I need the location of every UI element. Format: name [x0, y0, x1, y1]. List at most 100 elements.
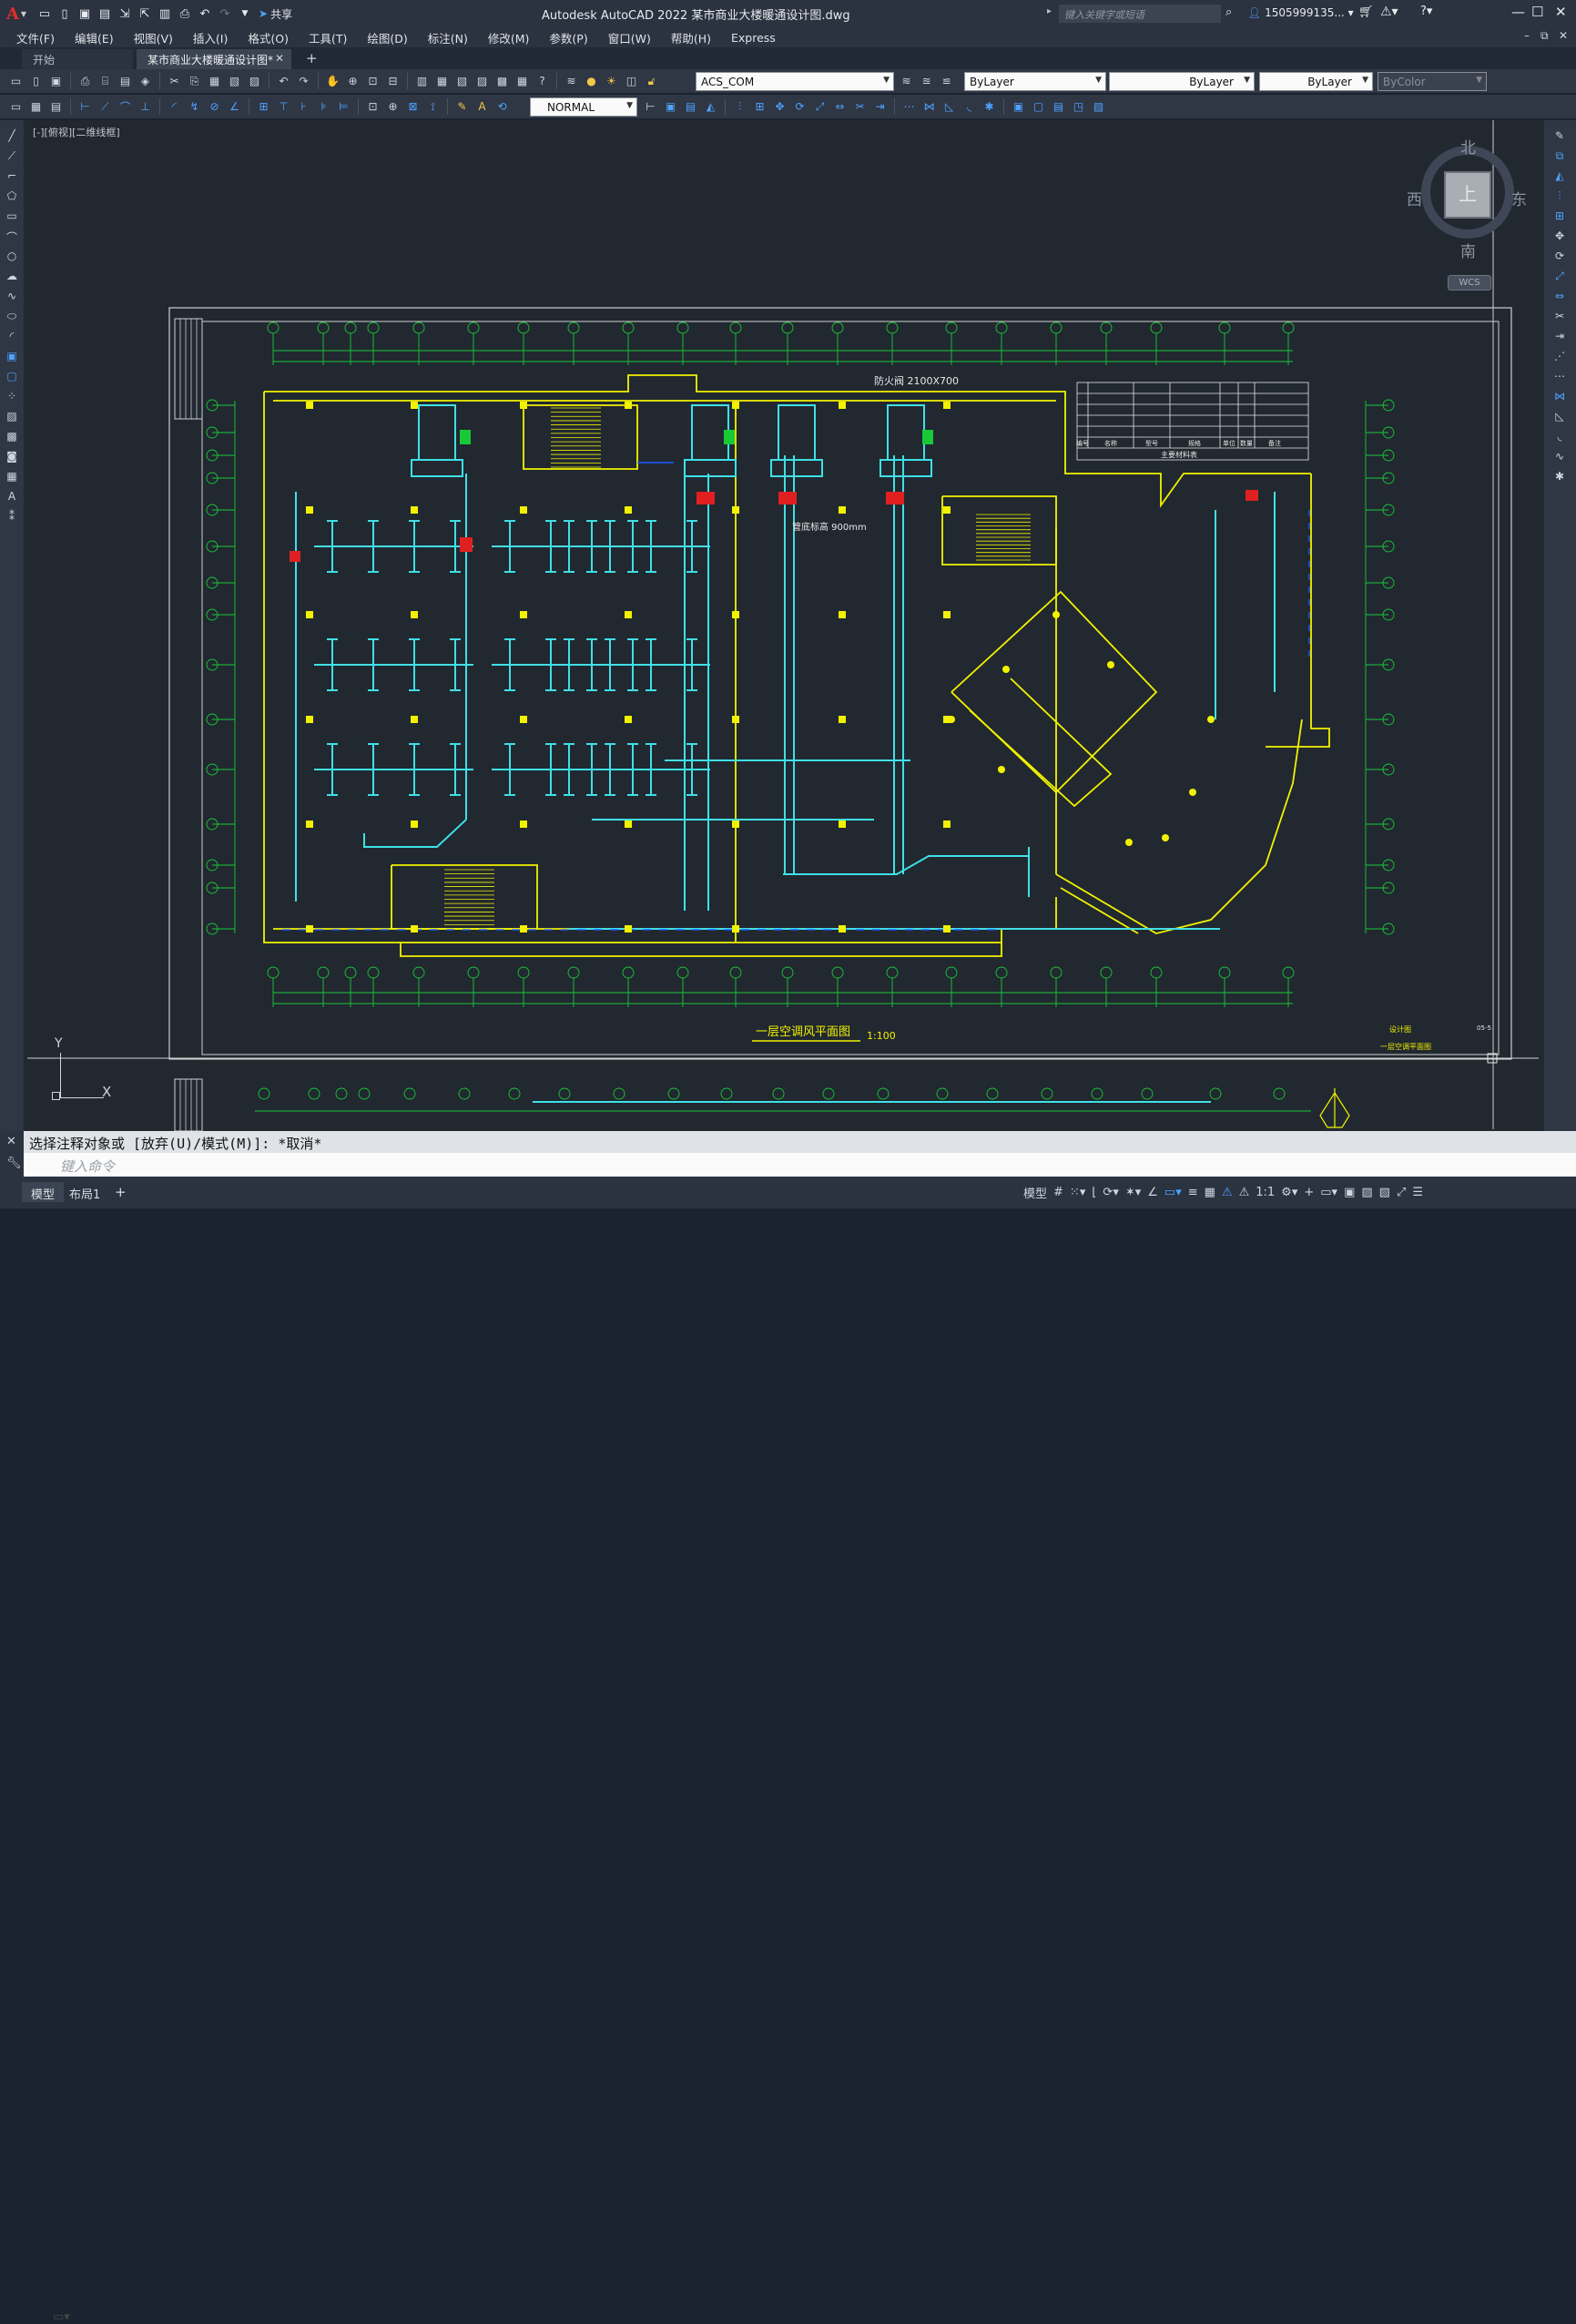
stretch-icon[interactable]: ⇔ — [831, 98, 849, 115]
isodraft-icon[interactable]: ✶▾ — [1125, 1186, 1141, 1199]
menu-express[interactable]: Express — [731, 31, 776, 45]
dim-break-icon[interactable]: ⊨ — [335, 98, 352, 115]
undo-tool-icon[interactable]: ↶ — [275, 73, 292, 89]
arc-icon[interactable]: ⌒ — [4, 229, 20, 246]
drawing-canvas[interactable]: 主要材料表 编号 名称 型号 规格 单位 数量 备注 防火阀 2100X700 管底标高 9… — [24, 120, 1544, 1131]
match-prop-icon[interactable]: ▧ — [226, 73, 243, 89]
rotate-icon[interactable]: ⟳ — [791, 98, 808, 115]
layer-on-icon[interactable]: ● — [583, 73, 600, 89]
open-file-icon[interactable]: ▯ — [56, 5, 73, 22]
blend-icon[interactable]: ∿ — [1551, 450, 1568, 466]
plot-preview-icon[interactable]: ⌸ — [97, 73, 114, 89]
ordinate-dim-icon[interactable]: ⊥ — [137, 98, 154, 115]
polygon-icon[interactable]: ⬠ — [4, 189, 20, 206]
customize-icon[interactable]: 🔧︎ — [6, 1157, 22, 1170]
design-center-icon[interactable]: ▦ — [433, 73, 451, 89]
baseline-dim-icon[interactable]: ⊤ — [275, 98, 292, 115]
scale-side-icon[interactable]: ⤢ — [1551, 270, 1568, 286]
command-input[interactable]: ▭▾ 键入命令 — [24, 1153, 1576, 2324]
mtext-icon[interactable]: A — [4, 490, 20, 506]
block-editor-icon[interactable]: ▨ — [246, 73, 263, 89]
dimstyle-dropdown[interactable]: NORMAL ▼ — [530, 97, 637, 117]
share-button[interactable]: ➤ 共享 — [259, 6, 292, 22]
compass-east[interactable]: 东 — [1511, 187, 1527, 209]
save-tool-icon[interactable]: ▣ — [47, 73, 65, 89]
fillet-side-icon[interactable]: ◟ — [1551, 430, 1568, 446]
layer-states-icon[interactable]: ≌ — [938, 73, 955, 89]
point-icon[interactable]: ⁘ — [4, 390, 20, 406]
make-block-left-icon[interactable]: ▢ — [4, 370, 20, 386]
plot-tool-icon[interactable]: ⎙ — [76, 73, 94, 89]
menu-draw[interactable]: 绘图(D) — [367, 29, 407, 46]
erase-side-icon[interactable]: ✎ — [1551, 129, 1568, 146]
extend-icon[interactable]: ⇥ — [871, 98, 889, 115]
linetype-dropdown[interactable]: ByLayer ▼ — [1109, 72, 1255, 91]
tab-start[interactable]: 开始 — [22, 49, 133, 69]
clean-screen-icon[interactable]: ⤢ — [1397, 1186, 1406, 1199]
dim-update-icon[interactable]: ⟲ — [493, 98, 511, 115]
table-icon[interactable]: ▦ — [27, 98, 45, 115]
mirror-icon[interactable]: ◭ — [702, 98, 719, 115]
make-current-layer-icon[interactable]: ≋ — [898, 73, 915, 89]
menu-parametric[interactable]: 参数(P) — [549, 29, 587, 46]
new-file-icon[interactable]: ▭ — [36, 5, 53, 22]
close-command-line-icon[interactable]: ✕ — [6, 1135, 16, 1148]
menu-view[interactable]: 视图(V) — [134, 29, 173, 46]
menu-help[interactable]: 帮助(H) — [671, 29, 711, 46]
scale-icon[interactable]: ⤢ — [811, 98, 829, 115]
ortho-icon[interactable]: ⌊ — [1092, 1186, 1096, 1199]
add-layout-button[interactable]: + — [115, 1184, 127, 1200]
wcs-menu[interactable]: WCS — [1448, 275, 1491, 290]
rectangle-icon[interactable]: ▭ — [4, 209, 20, 226]
dim-space-icon[interactable]: ⊧ — [315, 98, 332, 115]
properties-icon[interactable]: ▥ — [413, 73, 431, 89]
array-side-icon[interactable]: ⊞ — [1551, 209, 1568, 226]
break-side-icon[interactable]: ⋯ — [1551, 370, 1568, 386]
color-dropdown[interactable]: ByLayer ▼ — [964, 72, 1106, 91]
layer-manager-icon[interactable]: ≋ — [563, 73, 580, 89]
import-icon[interactable]: ⇲ — [117, 5, 133, 22]
close-icon[interactable]: ✕ — [1555, 4, 1567, 20]
user-account-button[interactable]: 👤︎ 1505999135... ▾ — [1247, 6, 1354, 19]
lineweight-icon[interactable]: ≡ — [1188, 1186, 1198, 1199]
doc-restore-icon[interactable]: ⧉ — [1540, 29, 1549, 43]
jogged-linear-icon[interactable]: ⟟ — [424, 98, 442, 115]
menu-insert[interactable]: 插入(I) — [193, 29, 228, 46]
revcloud-icon[interactable]: ☁ — [4, 270, 20, 286]
move-icon[interactable]: ✥ — [771, 98, 788, 115]
radius-dim-icon[interactable]: ◜ — [166, 98, 183, 115]
undo-icon[interactable]: ↶ — [197, 5, 213, 22]
tab-layout1[interactable]: 布局1 — [60, 1182, 109, 1202]
make-block-icon[interactable]: ▢ — [1030, 98, 1047, 115]
array-icon[interactable]: ⊞ — [751, 98, 768, 115]
tab-drawing[interactable]: 某市商业大楼暖通设计图* ✕ — [137, 49, 291, 69]
cart-icon[interactable]: 🛒︎ — [1358, 5, 1374, 19]
workspace-gear-icon[interactable]: ⚙▾ — [1281, 1186, 1297, 1199]
quick-properties-icon[interactable]: ▣ — [1344, 1186, 1355, 1199]
sheet-set-icon[interactable]: ▨ — [473, 73, 491, 89]
menu-window[interactable]: 窗口(W) — [608, 29, 651, 46]
field-icon[interactable]: ▤ — [47, 98, 65, 115]
maximize-icon[interactable]: ☐ — [1531, 4, 1543, 20]
offset-side-icon[interactable]: ⫶ — [1551, 189, 1568, 206]
zoom-window-icon[interactable]: ⊡ — [364, 73, 381, 89]
table-left-icon[interactable]: ▦ — [4, 470, 20, 486]
line-icon[interactable]: ╱ — [4, 129, 20, 146]
publish-tool-icon[interactable]: ▤ — [117, 73, 134, 89]
jogged-dim-icon[interactable]: ↯ — [186, 98, 203, 115]
autodesk-app-icon[interactable]: ⚠︎▾ — [1380, 5, 1398, 19]
diameter-dim-icon[interactable]: ⊘ — [206, 98, 223, 115]
mirror-side-icon[interactable]: ◭ — [1551, 169, 1568, 186]
angular-dim-icon[interactable]: ∠ — [226, 98, 243, 115]
polyline-icon[interactable]: ⌐ — [4, 169, 20, 186]
annotation-monitor-icon[interactable]: + — [1304, 1186, 1314, 1199]
model-space-toggle[interactable]: 模型 — [1023, 1184, 1047, 1201]
arc-length-icon[interactable]: ⌒ — [117, 98, 134, 115]
save-icon[interactable]: ▣ — [76, 5, 93, 22]
polar-icon[interactable]: ⟳▾ — [1103, 1186, 1118, 1199]
dim-text-edit-icon[interactable]: A — [473, 98, 491, 115]
help-icon[interactable]: ?▾ — [1420, 5, 1432, 18]
search-icon[interactable]: ⌕ — [1225, 5, 1232, 19]
join-icon[interactable]: ⋈ — [920, 98, 938, 115]
tab-close-icon[interactable]: ✕ — [275, 52, 284, 65]
